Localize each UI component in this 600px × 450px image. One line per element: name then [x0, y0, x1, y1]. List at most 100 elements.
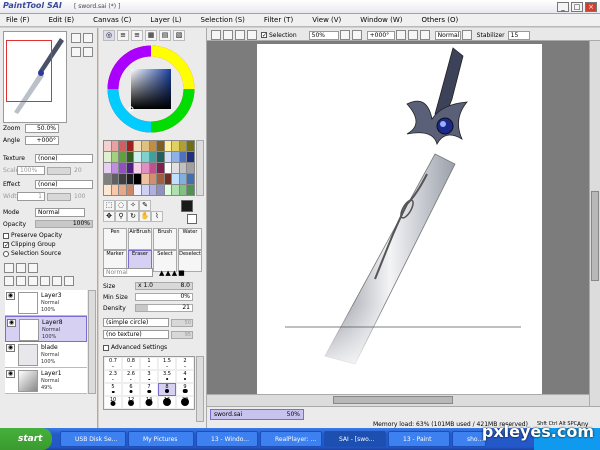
layer-item-layer1[interactable]: ◉ Layer1 Normal 49%	[5, 368, 87, 394]
color-wheel[interactable]	[107, 45, 195, 133]
clipping-group-checkbox[interactable]: ✓	[3, 241, 9, 248]
min-size-slider[interactable]: 0%	[135, 293, 193, 301]
brush-size-preset[interactable]: 7	[140, 383, 158, 396]
color-swatch[interactable]	[134, 174, 141, 184]
merge-down-icon[interactable]	[16, 276, 26, 286]
brush-texture-bar[interactable]: 95	[171, 330, 193, 339]
color-swatch[interactable]	[179, 152, 187, 162]
clipping-group-row[interactable]: ✓ Clipping Group	[3, 241, 56, 248]
brush-size-preset[interactable]: 6	[122, 383, 140, 396]
color-swatch[interactable]	[141, 174, 149, 184]
color-swatch[interactable]	[111, 185, 119, 195]
color-swatch[interactable]	[164, 163, 172, 173]
brush-pen[interactable]: Pen	[103, 228, 127, 250]
selection-checkbox[interactable]: ✓	[261, 32, 267, 39]
color-swatch[interactable]	[179, 174, 187, 184]
layer-list-scrollbar[interactable]	[88, 290, 96, 394]
layer-item-layer3[interactable]: ◉ Layer3 Normal 100%	[5, 290, 87, 316]
color-swatch[interactable]	[134, 152, 141, 162]
effect-select[interactable]: (none)	[35, 180, 93, 189]
color-swatch[interactable]	[172, 152, 179, 162]
color-swatch[interactable]	[141, 185, 149, 195]
color-swatch[interactable]	[126, 174, 134, 184]
menu-edit[interactable]: Edit (E)	[48, 16, 74, 24]
brush-size-preset[interactable]: 5	[104, 383, 122, 396]
brush-size-preset[interactable]: 2.6	[122, 370, 140, 383]
eye-icon[interactable]: ◉	[7, 319, 16, 327]
menu-canvas[interactable]: Canvas (C)	[93, 16, 131, 24]
transparent-color-swatch[interactable]	[187, 214, 197, 224]
navigator-viewport-frame[interactable]	[6, 40, 52, 102]
color-swatch[interactable]	[141, 163, 149, 173]
document-tab[interactable]: sword.sai 50%	[210, 409, 304, 420]
brush-water[interactable]: Water	[178, 228, 202, 250]
color-swatch[interactable]	[164, 185, 172, 195]
hand-icon[interactable]: ✋	[139, 211, 151, 222]
brush-size-grid[interactable]: 0.7 0.8 1 1.5 2 2.3 2.6 3 3.5 4 5 6789 1012141620	[103, 356, 195, 410]
selection-source-checkbox[interactable]	[3, 250, 9, 257]
canvas-horizontal-scrollbar[interactable]	[207, 394, 589, 406]
color-swatch[interactable]	[126, 141, 134, 151]
brush-size-preset[interactable]: 0.8	[122, 357, 140, 370]
color-swatch[interactable]	[104, 163, 111, 173]
eye-icon[interactable]: ◉	[6, 344, 15, 352]
zoom-minus-icon[interactable]	[339, 30, 350, 40]
canvas-paper[interactable]	[257, 44, 542, 394]
layer-item-blade[interactable]: ◉ blade Normal 100%	[5, 342, 87, 368]
stabilizer-select[interactable]: 15	[507, 30, 530, 40]
color-swatch[interactable]	[172, 174, 179, 184]
brush-shape-bar[interactable]: 50	[171, 318, 193, 327]
task-usb-disk[interactable]: USB Disk Se...	[60, 431, 126, 447]
zoom-out-button[interactable]	[71, 33, 81, 43]
brush-shape-select[interactable]: (simple circle)	[103, 318, 169, 327]
color-swatch[interactable]	[134, 185, 141, 195]
flip-icon[interactable]	[461, 30, 472, 40]
color-swatch[interactable]	[157, 174, 164, 184]
zoom-field[interactable]: 50.0%	[25, 124, 59, 133]
zoom-icon[interactable]: ⚲	[115, 211, 127, 222]
brush-size-preset[interactable]: 3	[140, 370, 158, 383]
hsv-slider-tab-icon[interactable]: ≡	[131, 30, 143, 41]
rotate-left-icon[interactable]	[395, 30, 406, 40]
zoom-in-button[interactable]	[83, 33, 93, 43]
color-swatch[interactable]	[134, 163, 141, 173]
color-swatch[interactable]	[126, 152, 134, 162]
menu-layer[interactable]: Layer (L)	[150, 16, 181, 24]
layer-mask-icon[interactable]	[52, 276, 62, 286]
brush-brush[interactable]: Brush	[153, 228, 177, 250]
texture-scale-bar[interactable]	[47, 166, 71, 175]
brush-size-preset[interactable]: 10	[104, 396, 122, 409]
rotate-reset-icon[interactable]	[419, 30, 430, 40]
color-swatch[interactable]	[187, 174, 194, 184]
eye-icon[interactable]: ◉	[6, 370, 15, 378]
apply-mask-icon[interactable]	[64, 276, 74, 286]
canvas-mode-select[interactable]: Normal	[434, 30, 461, 40]
texture-scale-value[interactable]: 100%	[17, 166, 45, 175]
color-swatch[interactable]	[187, 152, 194, 162]
brush-size-preset[interactable]: 2.3	[104, 370, 122, 383]
swatch-scrollbar[interactable]	[196, 140, 204, 196]
color-swatch[interactable]	[149, 185, 157, 195]
menu-window[interactable]: Window (W)	[360, 16, 402, 24]
color-swatch[interactable]	[134, 141, 141, 151]
brush-texture-select[interactable]: (no texture)	[103, 330, 169, 339]
color-swatch[interactable]	[119, 163, 126, 173]
color-swatch[interactable]	[149, 141, 157, 151]
brush-blend-select[interactable]: Normal	[103, 268, 153, 277]
rotate-right-icon[interactable]	[407, 30, 418, 40]
brush-shape-icons[interactable]: ▲▲▲■	[159, 269, 186, 277]
task-my-pictures[interactable]: My Pictures	[128, 431, 194, 447]
color-swatch[interactable]	[172, 185, 179, 195]
brush-size-preset[interactable]: 8	[158, 383, 176, 396]
selection-source-row[interactable]: Selection Source	[3, 250, 61, 257]
zoom-reset-button[interactable]	[71, 47, 81, 57]
layer-item-layer8[interactable]: ◉ Layer8 Normal 100%	[5, 316, 87, 342]
transfer-down-icon[interactable]	[4, 276, 14, 286]
new-folder-icon[interactable]	[28, 263, 38, 273]
brush-size-preset[interactable]: 0.7	[104, 357, 122, 370]
navigator-preview[interactable]	[3, 31, 67, 123]
color-swatch[interactable]	[172, 163, 179, 173]
color-swatch[interactable]	[126, 163, 134, 173]
new-layer-icon[interactable]	[4, 263, 14, 273]
brush-size-preset[interactable]: 14	[140, 396, 158, 409]
